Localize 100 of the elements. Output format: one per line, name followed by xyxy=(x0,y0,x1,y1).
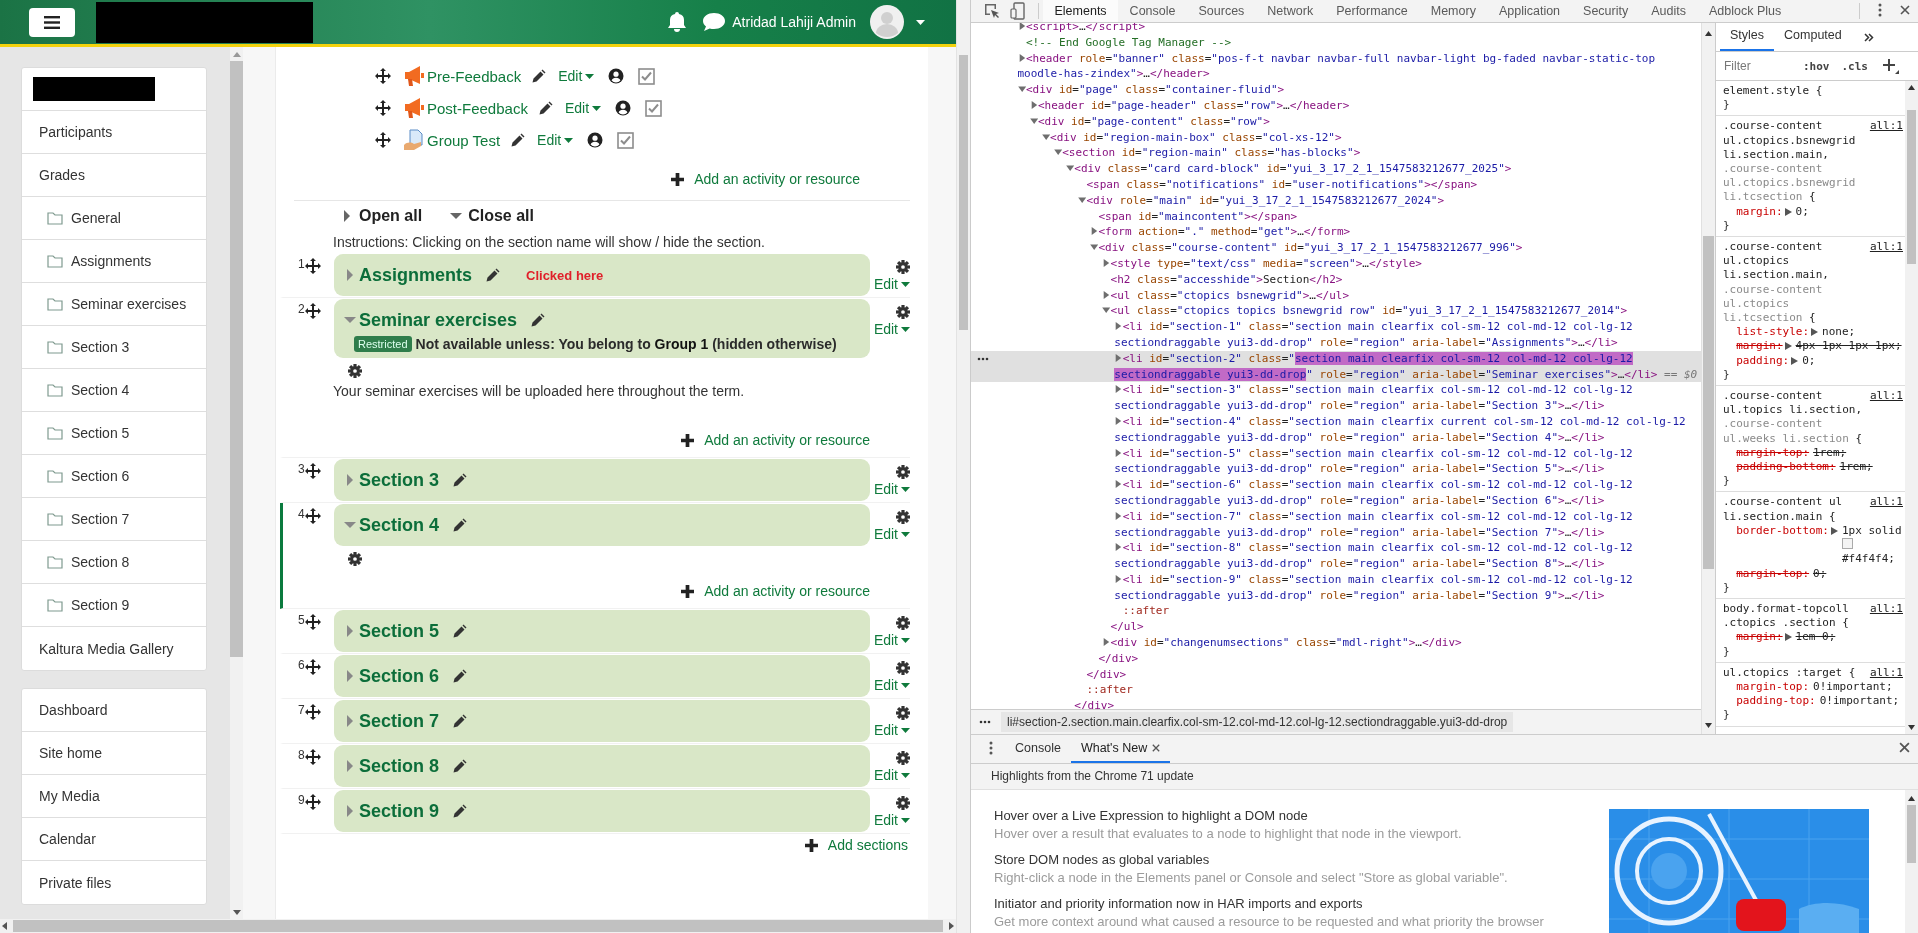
move-icon[interactable] xyxy=(304,704,321,720)
gear-icon[interactable] xyxy=(896,465,910,479)
dom-node[interactable]: <h2 class="accesshide">Section</h2> xyxy=(971,271,1701,288)
devtools-tab[interactable]: Application xyxy=(1487,0,1572,22)
checkmark-box-icon[interactable] xyxy=(645,99,662,117)
devtools-tab[interactable]: Sources xyxy=(1187,0,1256,22)
devtools-tab[interactable]: Audits xyxy=(1639,0,1698,22)
pencil-icon[interactable] xyxy=(486,268,501,282)
pencil-icon[interactable] xyxy=(532,69,547,83)
dom-node[interactable]: <li id="section-3" class="section main clearfix col-sm-12 col-md-12 col-lg-12 sectiondraggable yui3-dd-drop" role="region" aria-label="Section 3">…</li> xyxy=(971,382,1701,414)
gear-icon[interactable] xyxy=(348,364,362,378)
move-icon[interactable] xyxy=(375,132,391,148)
edit-menu[interactable]: Edit xyxy=(558,68,595,84)
devtools-tab[interactable]: Security xyxy=(1571,0,1640,22)
triangle-right-icon[interactable] xyxy=(1017,23,1026,30)
nav-item[interactable]: Section 6 xyxy=(22,455,206,498)
source-link[interactable]: all:1 xyxy=(1869,389,1903,404)
scrollbar-thumb[interactable] xyxy=(13,920,943,932)
dom-node[interactable]: <ul class="ctopics bsnewgrid">…</ul> xyxy=(971,287,1701,304)
dom-node[interactable]: </div> xyxy=(971,650,1701,667)
edit-menu[interactable]: Edit xyxy=(873,276,910,292)
dom-node[interactable]: <span id="maincontent"></span> xyxy=(971,208,1701,225)
move-icon[interactable] xyxy=(304,749,321,765)
dom-node[interactable]: <li id="section-7" class="section main clearfix col-sm-12 col-md-12 col-lg-12 sectiondraggable yui3-dd-drop" role="region" aria-label="Section 7">…</li> xyxy=(971,508,1701,541)
source-link[interactable]: all:1 xyxy=(1869,240,1903,255)
triangle-right-icon[interactable] xyxy=(1114,448,1123,457)
triangle-right-icon[interactable] xyxy=(1102,290,1111,299)
source-link[interactable]: all:1 xyxy=(1869,495,1903,510)
triangle-right-icon[interactable] xyxy=(1114,385,1123,394)
triangle-right-icon[interactable] xyxy=(1102,258,1111,267)
triangle-right-icon[interactable] xyxy=(1090,227,1099,236)
source-link[interactable]: all:1 xyxy=(1869,665,1903,680)
gear-icon[interactable] xyxy=(896,706,910,720)
section-title[interactable]: Seminar exercises xyxy=(359,309,518,331)
scrollbar-thumb[interactable] xyxy=(230,61,243,657)
pencil-icon[interactable] xyxy=(453,714,468,728)
activity-link[interactable]: Post-Feedback xyxy=(427,99,528,117)
css-property[interactable]: margin-top: xyxy=(1736,679,1810,695)
section-title[interactable]: Section 3 xyxy=(359,469,440,491)
megaphone-icon[interactable] xyxy=(403,65,425,87)
css-value[interactable]: 0; xyxy=(1813,566,1903,581)
caret-icon[interactable] xyxy=(901,727,910,733)
move-icon[interactable] xyxy=(375,68,391,84)
device-icon[interactable] xyxy=(1010,2,1026,20)
dom-node[interactable]: <li id="section-5" class="section main clearfix col-sm-12 col-md-12 col-lg-12 sectiondraggable yui3-dd-drop" role="region" aria-label="Section 5">…</li> xyxy=(971,445,1701,478)
scroll-up-icon[interactable] xyxy=(1908,796,1915,801)
triangle-down-icon[interactable] xyxy=(1078,195,1087,204)
pencil-icon[interactable] xyxy=(453,759,468,773)
dom-node[interactable]: <div class="card card-block" id="yui_3_17_2_1_1547583212677_2025"> xyxy=(971,161,1701,177)
caret-icon[interactable] xyxy=(901,817,910,823)
caret-icon[interactable] xyxy=(901,486,910,492)
css-value[interactable]: 1px solid #f4f4f4; xyxy=(1841,523,1903,567)
pencil-icon[interactable] xyxy=(531,313,546,327)
css-value[interactable]: 4px 1px 1px 1px; xyxy=(1795,339,1903,354)
css-property[interactable]: margin: xyxy=(1736,204,1783,219)
add-activity-link[interactable]: Add an activity or resource xyxy=(681,432,870,448)
gear-icon[interactable] xyxy=(896,661,910,675)
color-swatch[interactable] xyxy=(1841,538,1853,550)
triangle-right-icon[interactable] xyxy=(1784,207,1792,216)
gear-icon[interactable] xyxy=(896,616,910,630)
nav-item[interactable]: Section 8 xyxy=(22,541,206,584)
edit-menu[interactable]: Edit xyxy=(873,481,910,497)
dom-node[interactable]: <!-- End Google Tag Manager --> xyxy=(971,34,1701,51)
inspect-icon[interactable] xyxy=(984,3,1000,19)
nav-item[interactable]: Site home xyxy=(22,732,206,775)
class-toggle-button[interactable]: .cls xyxy=(1838,59,1871,73)
scroll-down-icon[interactable] xyxy=(1705,723,1712,728)
css-value[interactable]: 0; xyxy=(1802,353,1903,368)
devtools-tab[interactable]: Memory xyxy=(1419,0,1488,22)
nav-item[interactable]: Calendar xyxy=(22,818,206,861)
dom-node[interactable]: <span class="notifications" id="user-notifications"></span> xyxy=(971,176,1701,193)
move-icon[interactable] xyxy=(304,794,321,810)
nav-item[interactable]: Private files xyxy=(22,861,206,904)
move-icon[interactable] xyxy=(304,659,321,675)
bell-icon[interactable] xyxy=(667,11,688,33)
gear-icon[interactable] xyxy=(896,305,910,319)
section-title[interactable]: Section 4 xyxy=(359,514,440,536)
scroll-up-icon[interactable] xyxy=(1705,31,1712,36)
caret-icon[interactable] xyxy=(901,682,910,688)
triangle-right-icon[interactable] xyxy=(341,210,353,222)
triangle-right-icon[interactable] xyxy=(1029,101,1038,109)
edit-menu[interactable]: Edit xyxy=(537,132,574,148)
dom-node[interactable]: <li id="section-2" class="section main clearfix col-sm-12 col-md-12 col-lg-12 sectiondraggable yui3-dd-drop" role="region" aria-label="Seminar exercises">…</li> == $0 xyxy=(971,350,1701,383)
plus-icon[interactable] xyxy=(681,584,695,598)
checkmark-box-icon[interactable] xyxy=(638,67,656,85)
triangle-right-icon[interactable] xyxy=(1811,328,1819,337)
triangle-down-icon[interactable] xyxy=(344,314,356,326)
dom-node[interactable]: <div id="page" class="container-fluid"> xyxy=(971,82,1701,98)
nav-item[interactable]: Kaltura Media Gallery xyxy=(22,627,206,670)
css-value[interactable]: 1em 0; xyxy=(1795,630,1903,645)
menu-icon[interactable] xyxy=(44,15,60,29)
close-icon[interactable] xyxy=(1152,744,1161,752)
kebab-menu-icon[interactable] xyxy=(989,740,993,755)
caret-icon[interactable] xyxy=(592,105,601,111)
open-all-button[interactable]: Open all xyxy=(341,207,423,225)
dom-node[interactable]: <li id="section-1" class="section main clearfix col-sm-12 col-md-12 col-lg-12 sectiondraggable yui3-dd-drop" role="region" aria-label="Assignments">…</li> xyxy=(971,319,1701,351)
css-value[interactable]: 0!important; xyxy=(1819,694,1903,709)
dom-node[interactable]: <li id="section-4" class="section main clearfix current col-sm-12 col-md-12 col-lg-12 sectiondraggable yui3-dd-drop" role="region" aria-label="Section 4">…</li> xyxy=(971,413,1701,446)
edit-menu[interactable]: Edit xyxy=(564,100,601,116)
triangle-down-icon[interactable] xyxy=(1102,306,1111,315)
